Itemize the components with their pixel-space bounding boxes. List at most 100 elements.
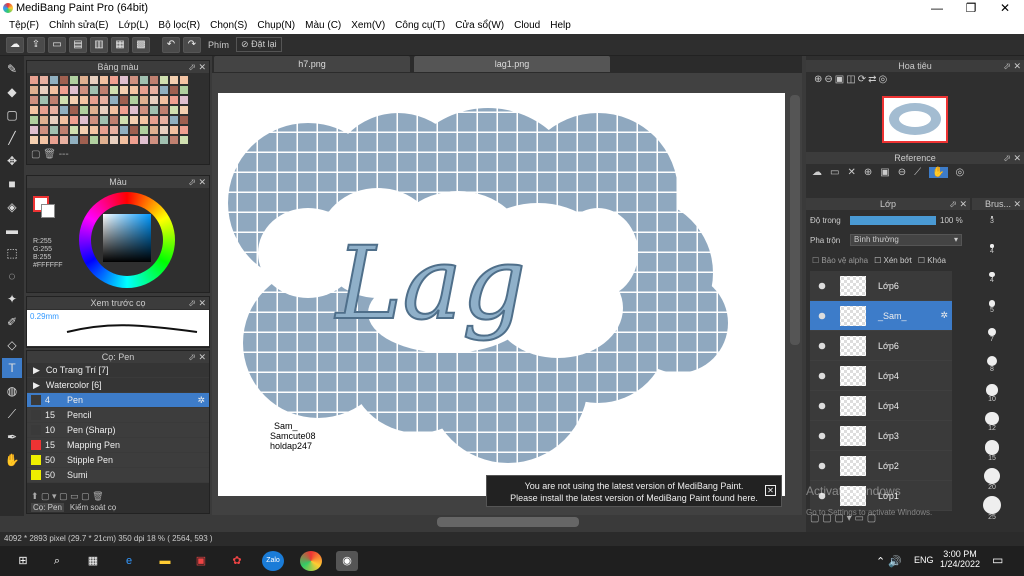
tab-brush[interactable]: Cọ: Pen <box>31 503 64 512</box>
select-pen-icon[interactable]: ✐ <box>2 312 22 332</box>
swatch[interactable] <box>49 75 59 85</box>
swatch[interactable] <box>119 95 129 105</box>
clip-checkbox[interactable]: ☐ Xén bớt <box>874 256 912 265</box>
menu-help[interactable]: Help <box>545 20 576 31</box>
brush-item[interactable]: 15 Pencil <box>27 408 209 423</box>
layer-settings-icon[interactable]: ✲ <box>940 310 948 321</box>
bucket-tool-icon[interactable]: ◈ <box>2 197 22 217</box>
zoom-in-icon[interactable]: ⊕ <box>814 74 822 88</box>
swatch[interactable] <box>119 115 129 125</box>
swatch[interactable] <box>89 105 99 115</box>
actual-size-icon[interactable]: ◫ <box>846 74 855 88</box>
swatch[interactable] <box>109 95 119 105</box>
ref-fit-icon[interactable]: ▣ <box>880 167 889 178</box>
lasso-tool-icon[interactable]: ◌ <box>2 266 22 286</box>
swatch[interactable] <box>89 135 99 145</box>
windows-icon[interactable]: ▦ <box>82 551 104 571</box>
swatch[interactable] <box>109 75 119 85</box>
swatch[interactable] <box>169 125 179 135</box>
swatch[interactable] <box>179 125 189 135</box>
swatch[interactable] <box>159 75 169 85</box>
swatch[interactable] <box>69 105 79 115</box>
chrome-icon[interactable] <box>300 551 322 571</box>
swatch[interactable] <box>59 105 69 115</box>
swatch[interactable] <box>149 125 159 135</box>
swatch[interactable] <box>119 105 129 115</box>
layer-row[interactable]: Lớp4 <box>810 391 952 421</box>
swatch[interactable] <box>169 95 179 105</box>
brush-size-item[interactable]: 15 <box>972 438 1012 466</box>
minimize-button[interactable]: — <box>920 0 954 17</box>
swatch[interactable] <box>139 105 149 115</box>
undo-icon[interactable]: ↶ <box>162 36 180 53</box>
color-square[interactable] <box>103 214 151 262</box>
search-icon[interactable]: ⌕ <box>46 551 68 571</box>
swatch[interactable] <box>179 105 189 115</box>
zoom-out-icon[interactable]: ⊖ <box>824 74 832 88</box>
brush-tool-icon[interactable]: ✎ <box>2 59 22 79</box>
swatch[interactable] <box>69 125 79 135</box>
brush-size-item[interactable]: 25 <box>972 494 1012 522</box>
menu-select[interactable]: Chọn(S) <box>205 20 252 31</box>
swatch[interactable] <box>29 85 39 95</box>
menu-file[interactable]: Tệp(F) <box>4 20 44 31</box>
swatch[interactable] <box>69 85 79 95</box>
swatch[interactable] <box>149 85 159 95</box>
pen-tool-icon[interactable]: ✒ <box>2 427 22 447</box>
reset-view-icon[interactable]: ◎ <box>878 74 887 88</box>
text-tool-icon[interactable]: T <box>2 358 22 378</box>
tiles-icon[interactable]: ▩ <box>132 36 150 53</box>
swatch[interactable] <box>119 85 129 95</box>
swatch[interactable] <box>79 115 89 125</box>
tray-icons[interactable]: ⌃ 🔊 <box>876 555 902 568</box>
swatch[interactable] <box>79 95 89 105</box>
swatch[interactable] <box>49 85 59 95</box>
ref-hand-icon[interactable]: ✋ <box>929 167 948 178</box>
swatch[interactable] <box>49 125 59 135</box>
swatch[interactable] <box>39 105 49 115</box>
document-icon[interactable]: ▥ <box>90 36 108 53</box>
app-icon[interactable]: ✿ <box>226 551 248 571</box>
swatch[interactable] <box>69 75 79 85</box>
chat-icon[interactable]: ▭ <box>48 36 66 53</box>
swatch[interactable] <box>139 95 149 105</box>
swatch[interactable] <box>179 135 189 145</box>
swatch[interactable] <box>139 75 149 85</box>
comment-icon[interactable]: ▤ <box>69 36 87 53</box>
swatch[interactable] <box>99 125 109 135</box>
brush-size-item[interactable]: 5 <box>972 298 1012 326</box>
swatch[interactable] <box>59 135 69 145</box>
ref-eyedropper-icon[interactable]: ⟋ <box>914 167 921 178</box>
brush-item[interactable]: 50 Stipple Pen <box>27 453 209 468</box>
swatch[interactable] <box>139 135 149 145</box>
swatch[interactable] <box>99 95 109 105</box>
swatch[interactable] <box>129 125 139 135</box>
swatch[interactable] <box>69 135 79 145</box>
swatch[interactable] <box>129 75 139 85</box>
swatch[interactable] <box>89 85 99 95</box>
medibang-icon[interactable]: ◉ <box>336 551 358 571</box>
swatch[interactable] <box>79 85 89 95</box>
close-button[interactable]: ✕ <box>988 0 1022 17</box>
swatch[interactable] <box>179 115 189 125</box>
layer-row[interactable]: Lớp6 <box>810 331 952 361</box>
color-wheel[interactable] <box>79 192 175 288</box>
layer-row[interactable]: Lớp2 <box>810 451 952 481</box>
menu-window[interactable]: Cửa sổ(W) <box>450 20 509 31</box>
swatch[interactable] <box>49 105 59 115</box>
rectangle-tool-icon[interactable]: ▢ <box>2 105 22 125</box>
reset-button[interactable]: ⊘ Đặt lại <box>236 37 282 52</box>
swatch[interactable] <box>109 105 119 115</box>
fit-icon[interactable]: ▣ <box>835 74 844 88</box>
notice-close-icon[interactable]: ✕ <box>765 485 776 496</box>
swatch[interactable] <box>79 75 89 85</box>
brush-size-item[interactable]: 3 <box>972 214 1012 242</box>
zalo-icon[interactable]: Zalo <box>262 551 284 571</box>
move-tool-icon[interactable]: ✥ <box>2 151 22 171</box>
layer-row[interactable]: _Sam_ ✲ <box>810 301 952 331</box>
flip-icon[interactable]: ⇄ <box>868 74 876 88</box>
swatch[interactable] <box>59 115 69 125</box>
swatch[interactable] <box>29 115 39 125</box>
swatch[interactable] <box>109 115 119 125</box>
hand-tool-icon[interactable]: ✋ <box>2 450 22 470</box>
